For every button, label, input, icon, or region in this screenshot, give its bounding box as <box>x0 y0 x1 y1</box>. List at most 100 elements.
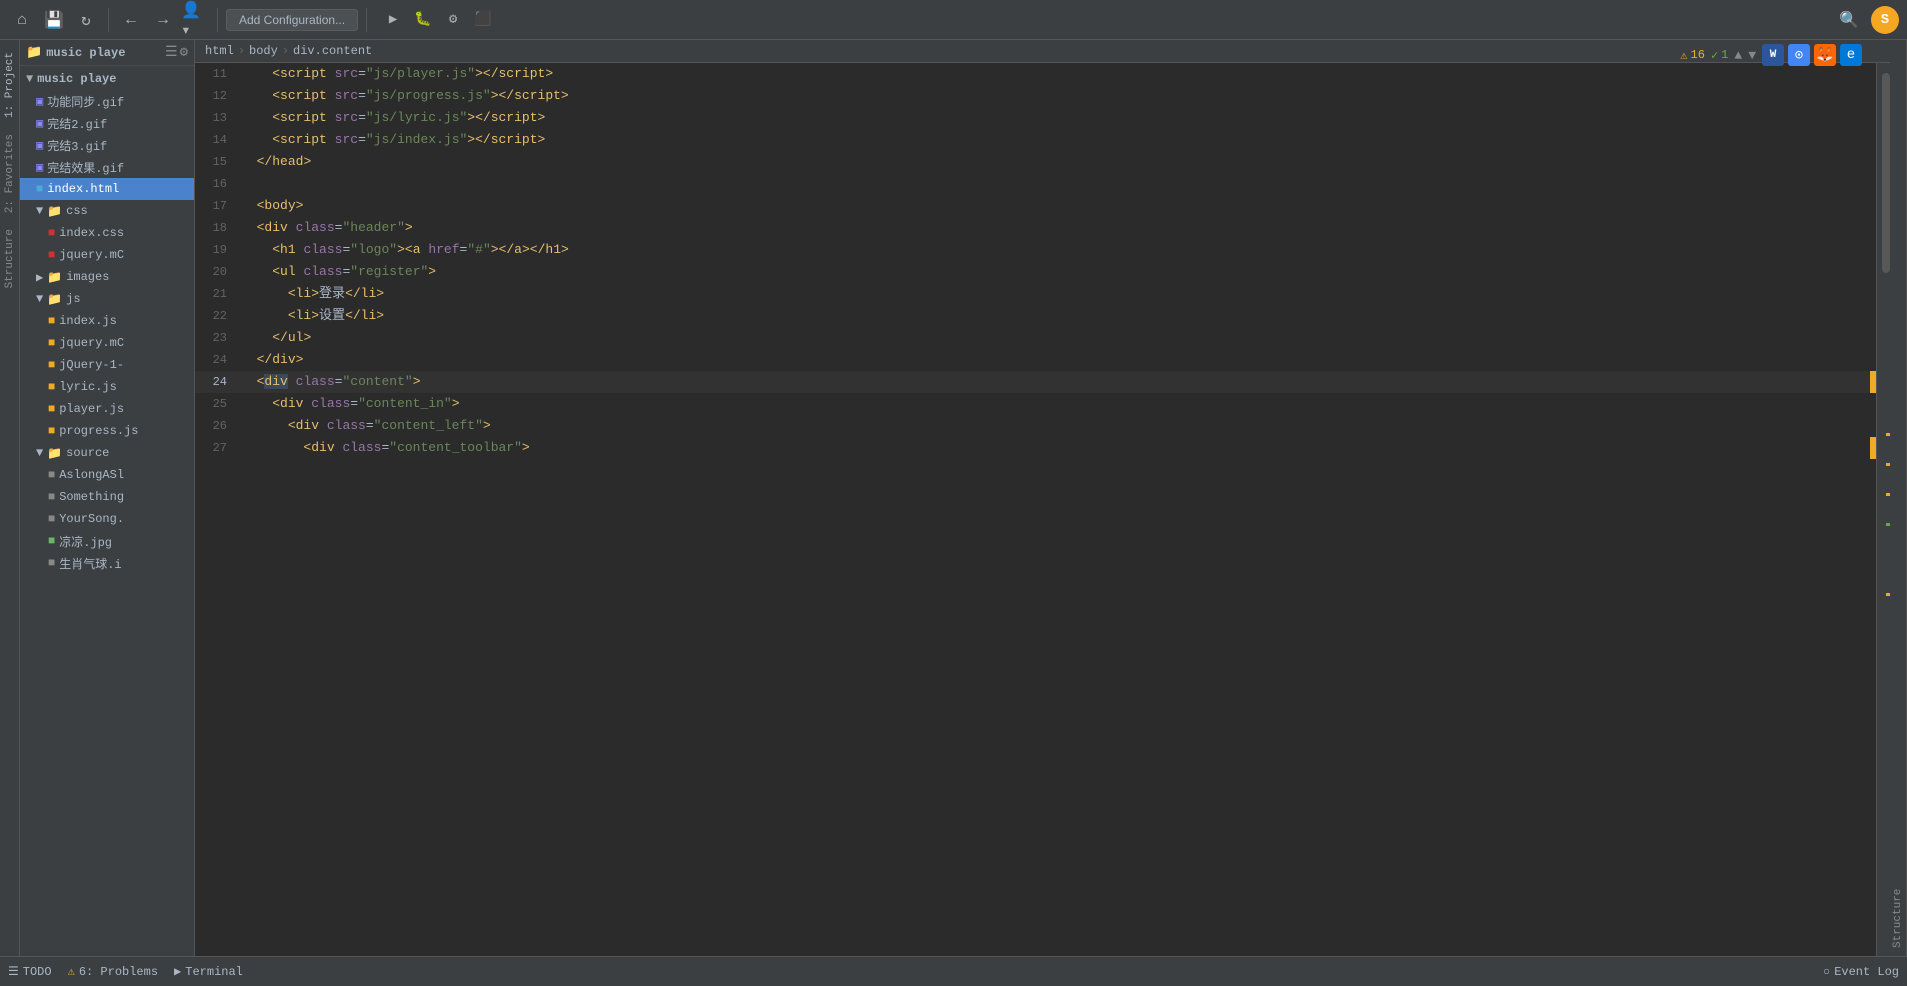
settings-icon[interactable]: ⚙ <box>180 44 188 61</box>
folder-label: js <box>66 292 80 306</box>
folder-expand-icon: ▼ <box>26 72 33 86</box>
forward-button[interactable]: → <box>149 6 177 34</box>
chrome-icon[interactable]: ⊙ <box>1788 44 1810 66</box>
list-item[interactable]: ■ Something <box>20 486 194 508</box>
avatar[interactable]: S <box>1871 6 1899 34</box>
folder-expand-icon: ▼ <box>36 204 43 218</box>
edge-icon[interactable]: e <box>1840 44 1862 66</box>
line-content: <script src="js/index.js"></script> <box>237 129 1870 151</box>
list-item[interactable]: ■ 凉凉.jpg <box>20 530 194 552</box>
list-item[interactable]: ■ jquery.mC <box>20 244 194 266</box>
line-content: <li>登录</li> <box>237 283 1870 305</box>
warning-badge[interactable]: ⚠ 16 <box>1680 48 1705 63</box>
coverage-icon[interactable]: ⚙ <box>439 6 467 34</box>
todo-label: TODO <box>23 965 52 979</box>
event-log-button[interactable]: ○ Event Log <box>1823 965 1899 979</box>
tree-root[interactable]: ▼ music playe <box>20 68 194 90</box>
line-content: <ul class="register"> <box>237 261 1870 283</box>
firefox-icon[interactable]: 🦊 <box>1814 44 1836 66</box>
list-item[interactable]: ▼ 📁 js <box>20 288 194 310</box>
list-item[interactable]: ■ jquery.mC <box>20 332 194 354</box>
home-icon[interactable]: ⌂ <box>8 6 36 34</box>
structure-tab[interactable]: Structure <box>1890 40 1907 956</box>
sidebar-tab-project[interactable]: 1: Project <box>2 44 18 126</box>
list-item[interactable]: ■ index.css <box>20 222 194 244</box>
sidebar-tab-favorites[interactable]: 2: Favorites <box>2 126 18 221</box>
line-content: <script src="js/lyric.js"></script> <box>237 107 1870 129</box>
file-label: 完结2.gif <box>47 115 107 132</box>
line-number: 23 <box>195 327 237 349</box>
breadcrumb: html › body › div.content <box>195 40 1890 63</box>
run-icon[interactable]: ▶ <box>379 6 407 34</box>
search-icon[interactable]: 🔍 <box>1835 6 1863 34</box>
bottom-right: ○ Event Log <box>1823 965 1899 979</box>
code-line: 14 <script src="js/index.js"></script> <box>195 129 1876 151</box>
file-label: jquery.mC <box>59 248 124 262</box>
file-icon-css: ■ <box>48 248 55 262</box>
file-icon-html: ■ <box>36 182 43 196</box>
collapse-all-icon[interactable]: ☰ <box>165 44 178 61</box>
list-item[interactable]: ▼ 📁 css <box>20 200 194 222</box>
todo-button[interactable]: ☰ TODO <box>8 964 52 979</box>
list-item[interactable]: ■ 生肖气球.i <box>20 552 194 574</box>
problems-button[interactable]: ⚠ 6: Problems <box>68 964 158 979</box>
folder-icon: 📁 <box>47 204 62 219</box>
file-label: YourSong. <box>59 512 124 526</box>
list-item[interactable]: ▣ 功能同步.gif <box>20 90 194 112</box>
list-item[interactable]: ■ progress.js <box>20 420 194 442</box>
run-icons: ▶ 🐛 ⚙ ⬛ <box>379 6 497 34</box>
collapse-icon[interactable]: ▲ <box>1734 48 1742 63</box>
code-line: 18 <div class="header"> <box>195 217 1876 239</box>
sidebar-tab-structure[interactable]: Structure <box>2 221 18 296</box>
list-item[interactable]: ▶ 📁 images <box>20 266 194 288</box>
folder-label: css <box>66 204 88 218</box>
breadcrumb-part-div[interactable]: div.content <box>293 44 372 58</box>
list-item[interactable]: ■ player.js <box>20 398 194 420</box>
list-item[interactable]: ■ index.js <box>20 310 194 332</box>
breadcrumb-part-body[interactable]: body <box>249 44 278 58</box>
file-label: 凉凉.jpg <box>59 533 112 550</box>
line-content: <h1 class="logo"><a href="#"></a></h1> <box>237 239 1870 261</box>
scrollbar-thumb[interactable] <box>1882 73 1890 273</box>
file-label: 完结效果.gif <box>47 159 124 176</box>
stop-icon[interactable]: ⬛ <box>469 6 497 34</box>
list-item[interactable]: ■ AslongASl <box>20 464 194 486</box>
list-item[interactable]: ▣ 完结2.gif <box>20 112 194 134</box>
editor-scrollbar[interactable] <box>1876 63 1890 956</box>
debug-icon[interactable]: 🐛 <box>409 6 437 34</box>
file-icon-generic: ■ <box>48 490 55 504</box>
file-icon-js: ■ <box>48 402 55 416</box>
sidebar-tabs: 1: Project 2: Favorites Structure <box>0 40 20 956</box>
list-item-active[interactable]: ■ index.html <box>20 178 194 200</box>
save-icon[interactable]: 💾 <box>40 6 68 34</box>
list-item[interactable]: ■ jQuery-1- <box>20 354 194 376</box>
user-icon[interactable]: 👤 ▾ <box>181 6 209 34</box>
list-item[interactable]: ▣ 完结效果.gif <box>20 156 194 178</box>
add-configuration-button[interactable]: Add Configuration... <box>226 9 358 31</box>
list-item[interactable]: ▣ 完结3.gif <box>20 134 194 156</box>
folder-icon: 📁 <box>47 292 62 307</box>
list-item[interactable]: ▼ 📁 source <box>20 442 194 464</box>
code-line: 26 <div class="content_left"> <box>195 415 1876 437</box>
list-item[interactable]: ■ YourSong. <box>20 508 194 530</box>
list-item[interactable]: ■ lyric.js <box>20 376 194 398</box>
breadcrumb-part-html[interactable]: html <box>205 44 234 58</box>
expand-icon[interactable]: ▼ <box>1748 48 1756 63</box>
word-icon[interactable]: W <box>1762 44 1784 66</box>
line-content <box>237 173 1870 195</box>
file-icon-js: ■ <box>48 314 55 328</box>
code-line: 16 <box>195 173 1876 195</box>
back-button[interactable]: ← <box>117 6 145 34</box>
terminal-button[interactable]: ▶ Terminal <box>174 964 243 979</box>
folder-label: images <box>66 270 109 284</box>
check-badge[interactable]: ✓ 1 <box>1711 48 1728 63</box>
code-editor[interactable]: 11 <script src="js/player.js"></script> … <box>195 63 1876 956</box>
line-number: 26 <box>195 415 237 437</box>
file-label: AslongASl <box>59 468 124 482</box>
main-toolbar: ⌂ 💾 ↻ ← → 👤 ▾ Add Configuration... ▶ 🐛 ⚙… <box>0 0 1907 40</box>
refresh-icon[interactable]: ↻ <box>72 6 100 34</box>
code-line: 27 <div class="content_toolbar"> <box>195 437 1876 459</box>
file-label: index.js <box>59 314 117 328</box>
line-content: <div class="header"> <box>237 217 1870 239</box>
warning-icon: ⚠ <box>1680 48 1687 63</box>
